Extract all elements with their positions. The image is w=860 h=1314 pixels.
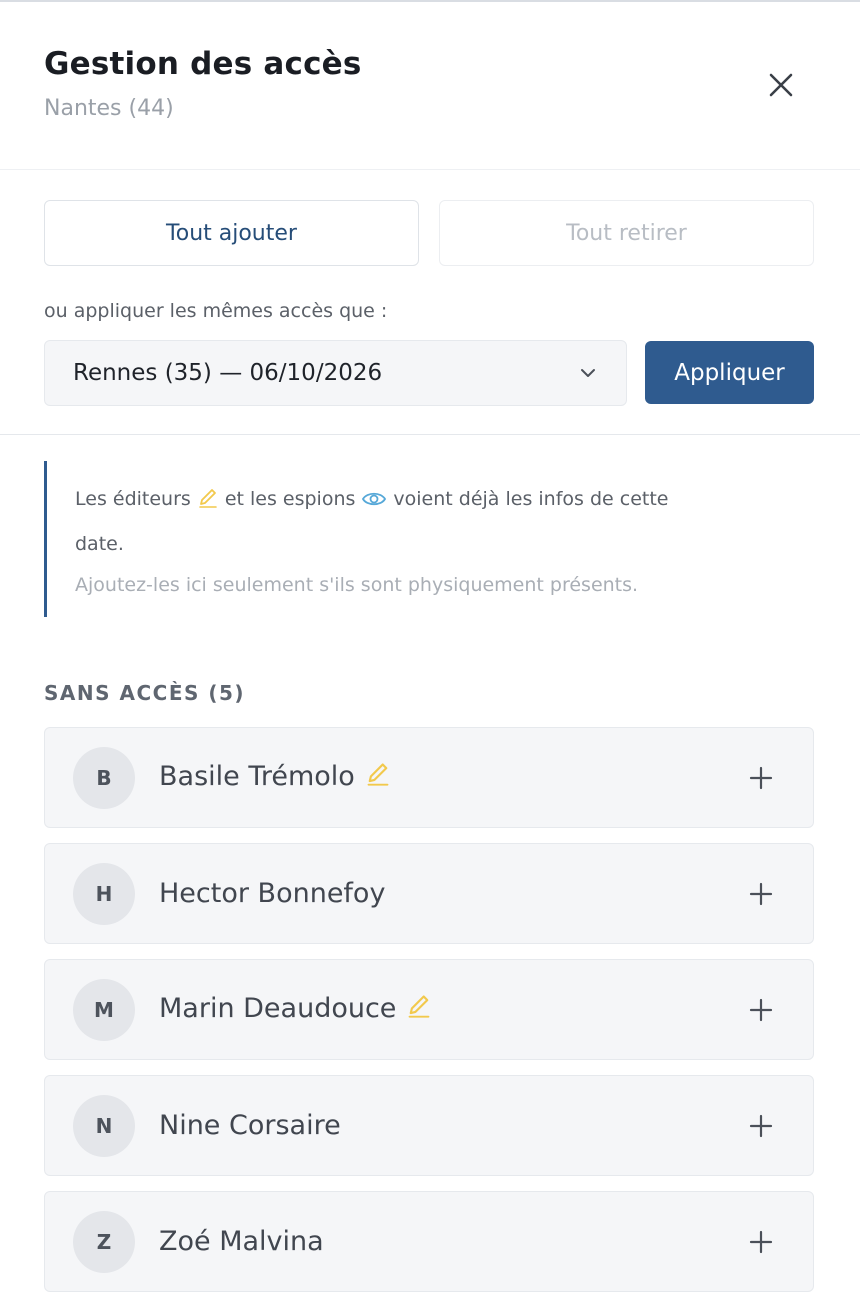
avatar: M — [73, 978, 135, 1041]
notice-muted-text: Ajoutez-les ici seulement s'ils sont phy… — [75, 574, 639, 596]
notice-text: Les éditeurs et les espions voient déjà le… — [75, 479, 814, 565]
source-select-value: Rennes (35) — 06/10/2026 — [73, 360, 383, 386]
close-icon — [769, 73, 793, 97]
user-name: Basile Trémolo — [159, 761, 391, 794]
plus-icon — [749, 882, 773, 905]
copy-access-hint: ou appliquer les mêmes accès que : — [44, 300, 388, 322]
add-user-button[interactable] — [745, 762, 777, 794]
bulk-actions: Tout ajouter Tout retirer — [0, 170, 860, 266]
eye-icon — [361, 483, 387, 524]
access-panel: Gestion des accès Nantes (44) Tout ajout… — [0, 0, 860, 1314]
copy-access-row: Rennes (35) — 06/10/2026 Appliquer — [0, 322, 860, 406]
panel-header: Gestion des accès Nantes (44) — [0, 2, 860, 170]
list-item: N Nine Corsaire — [44, 1075, 814, 1176]
plus-icon — [749, 1230, 773, 1253]
users-list: B Basile Trémolo H Hector Bonnefoy M Mar… — [0, 705, 860, 1292]
add-user-button[interactable] — [745, 1226, 777, 1258]
source-select[interactable]: Rennes (35) — 06/10/2026 — [44, 340, 627, 406]
list-item: H Hector Bonnefoy — [44, 843, 814, 944]
list-item: Z Zoé Malvina — [44, 1191, 814, 1292]
list-item: M Marin Deaudouce — [44, 959, 814, 1060]
close-button[interactable] — [764, 68, 798, 102]
user-name-text: Marin Deaudouce — [159, 993, 397, 1024]
pencil-icon — [197, 483, 219, 524]
plus-icon — [749, 1114, 773, 1137]
notice-spies-text: et les espions — [224, 488, 356, 510]
list-item: B Basile Trémolo — [44, 727, 814, 828]
user-name: Marin Deaudouce — [159, 993, 432, 1026]
add-all-button[interactable]: Tout ajouter — [44, 200, 419, 266]
add-user-button[interactable] — [745, 1110, 777, 1142]
remove-all-button[interactable]: Tout retirer — [439, 200, 814, 266]
notice-date-text: date. — [75, 533, 124, 555]
user-name: Zoé Malvina — [159, 1226, 324, 1257]
chevron-down-icon — [581, 369, 595, 377]
plus-icon — [749, 998, 773, 1021]
pencil-icon — [365, 761, 391, 794]
notice-rest-text: voient déjà les infos de cette — [393, 488, 669, 510]
user-name: Nine Corsaire — [159, 1110, 341, 1141]
section-label: SANS ACCÈS (5) — [44, 681, 246, 705]
user-name: Hector Bonnefoy — [159, 878, 386, 909]
user-name-text: Basile Trémolo — [159, 761, 355, 792]
notice-editors-text: Les éditeurs — [75, 488, 191, 510]
avatar: Z — [73, 1210, 135, 1273]
plus-icon — [749, 766, 773, 789]
avatar: N — [73, 1094, 135, 1157]
divider — [0, 434, 860, 435]
page-subtitle: Nantes (44) — [44, 96, 174, 121]
add-user-button[interactable] — [745, 994, 777, 1026]
apply-button[interactable]: Appliquer — [645, 341, 814, 404]
pencil-icon — [406, 993, 432, 1026]
info-notice: Les éditeurs et les espions voient déjà le… — [44, 461, 814, 617]
page-title: Gestion des accès — [44, 46, 362, 82]
avatar: B — [73, 746, 135, 809]
add-user-button[interactable] — [745, 878, 777, 910]
avatar: H — [73, 862, 135, 925]
